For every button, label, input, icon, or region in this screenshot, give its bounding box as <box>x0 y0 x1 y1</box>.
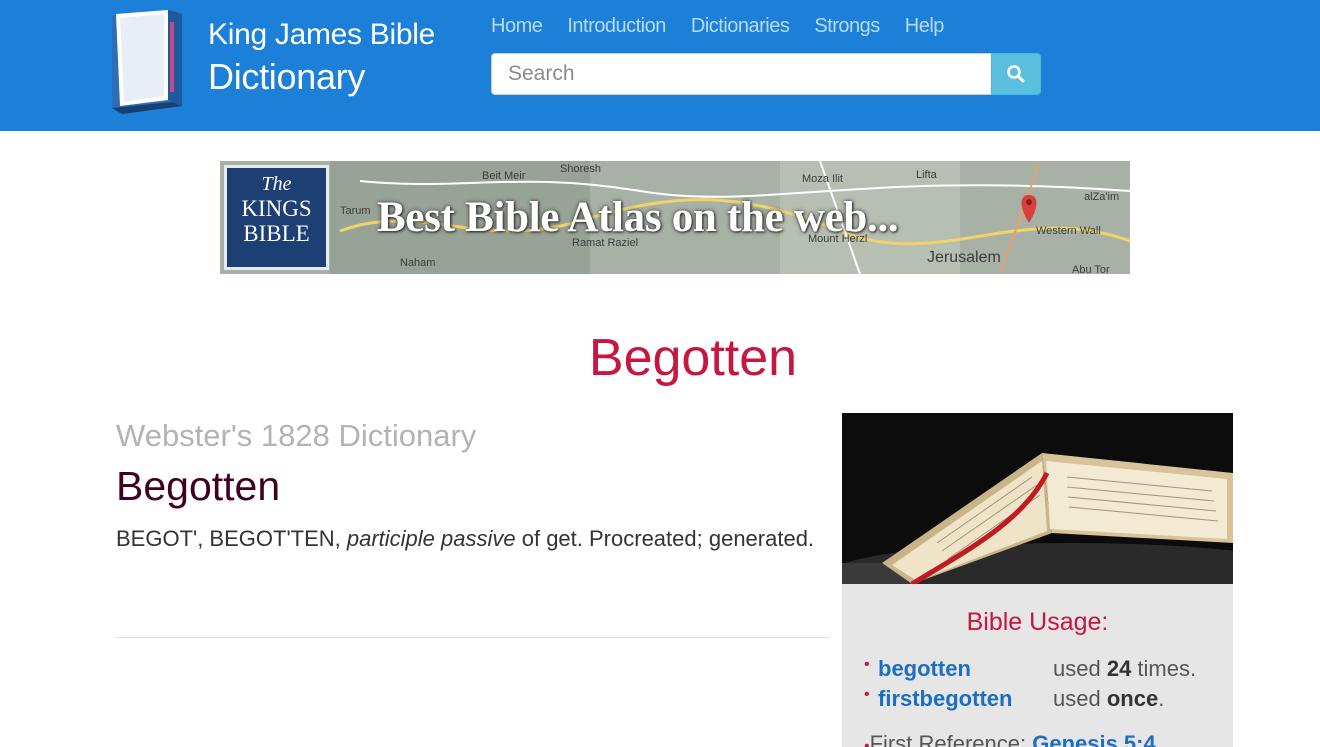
first-reference-label: First Reference: <box>869 731 1033 747</box>
open-bible-image <box>842 413 1233 584</box>
map-label: Moza Ilit <box>802 173 843 185</box>
badge-bible: BIBLE <box>243 221 310 246</box>
map-label: Jerusalem <box>927 249 1001 266</box>
bullet-icon: • <box>864 656 870 673</box>
main-nav: Home Introduction Dictionaries Strongs H… <box>491 14 969 38</box>
search-button[interactable] <box>991 53 1041 95</box>
brand-title-line1[interactable]: King James Bible <box>208 18 435 52</box>
dictionary-name: Webster's 1828 Dictionary <box>116 418 477 453</box>
definition-text: BEGOT', BEGOT'TEN, <box>116 526 347 551</box>
search-input[interactable] <box>491 53 992 95</box>
usage-prefix: used <box>1053 656 1107 681</box>
map-label: Naham <box>400 257 436 269</box>
site-header: King James Bible Dictionary Home Introdu… <box>0 0 1320 131</box>
definition-text-end: of get. Procreated; generated. <box>515 526 815 551</box>
bible-usage-panel: Bible Usage: • begotten used 24 times. •… <box>842 413 1233 747</box>
map-label: Western Wall <box>1036 225 1101 237</box>
entry-word: Begotten <box>116 463 281 509</box>
kings-bible-logo: The KINGS BIBLE <box>224 165 329 270</box>
usage-number: once <box>1106 686 1159 711</box>
usage-suffix: . <box>1158 686 1165 711</box>
map-label: Tarum <box>340 205 371 217</box>
map-label: alZa'im <box>1084 191 1120 203</box>
usage-count: used 24 times. <box>1053 656 1196 682</box>
entry-definition: BEGOT', BEGOT'TEN, participle passive of… <box>116 523 816 555</box>
nav-strongs[interactable]: Strongs <box>814 14 880 38</box>
usage-word-link[interactable]: begotten <box>878 656 1053 682</box>
usage-row: • firstbegotten used once. <box>864 686 1164 712</box>
nav-home[interactable]: Home <box>491 14 543 38</box>
usage-row: • begotten used 24 times. <box>864 656 1196 682</box>
first-reference: •First Reference: Genesis 5:4 <box>864 731 1156 747</box>
map-label: Shoresh <box>560 163 601 175</box>
usage-number: 24 <box>1106 656 1132 681</box>
usage-suffix: times. <box>1131 656 1197 681</box>
search-icon <box>1007 65 1025 83</box>
usage-word-link[interactable]: firstbegotten <box>878 686 1053 712</box>
usage-prefix: used <box>1053 686 1107 711</box>
map-label: Lifta <box>916 169 937 181</box>
usage-title: Bible Usage: <box>966 608 1109 636</box>
map-label: Beit Meir <box>482 170 526 182</box>
bullet-icon: • <box>864 686 870 703</box>
atlas-ad-banner[interactable]: Shoresh Beit Meir Moza Ilit Lifta alZa'i… <box>220 161 1130 274</box>
map-label: Abu Tor <box>1072 264 1110 274</box>
first-reference-link[interactable]: Genesis 5:4 <box>1032 731 1156 747</box>
page-title: Begotten <box>588 329 798 387</box>
brand-title-line2[interactable]: Dictionary <box>208 56 365 98</box>
usage-count: used once. <box>1053 686 1164 712</box>
badge-the: The <box>261 173 292 195</box>
definition-emphasis: participle passive <box>346 526 516 551</box>
divider <box>116 637 829 638</box>
nav-introduction[interactable]: Introduction <box>567 14 666 38</box>
book-logo-icon[interactable] <box>106 10 186 114</box>
nav-dictionaries[interactable]: Dictionaries <box>691 14 790 38</box>
badge-kings: KINGS <box>241 196 312 221</box>
banner-headline: Best Bible Atlas on the web... <box>377 194 899 241</box>
nav-help[interactable]: Help <box>905 14 945 38</box>
